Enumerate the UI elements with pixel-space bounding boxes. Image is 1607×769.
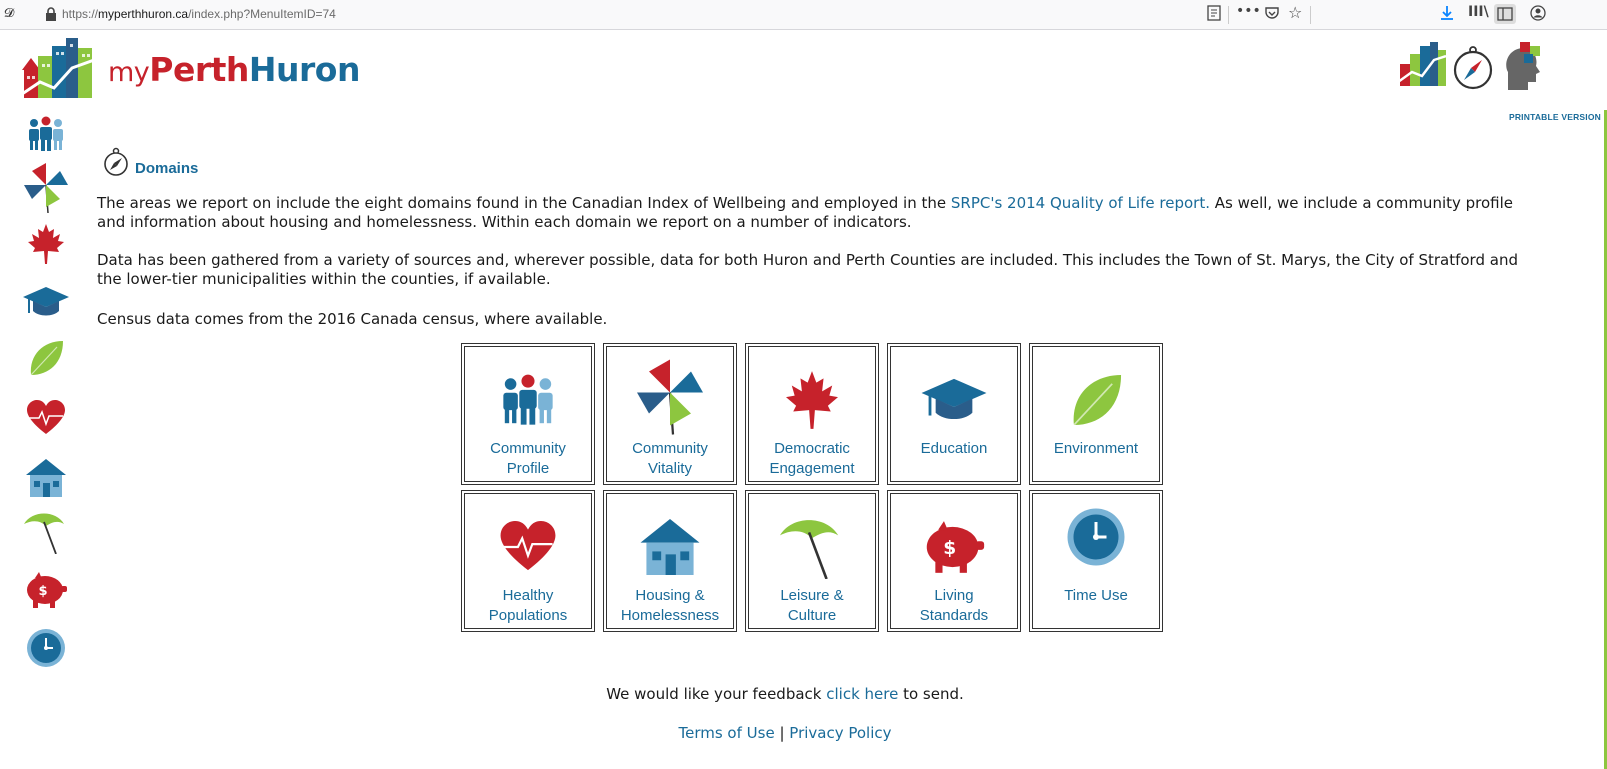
compass-icon[interactable] [1452, 44, 1494, 90]
tile-democratic-engagement[interactable]: Democratic Engagement [745, 343, 879, 485]
site-wordmark[interactable]: myPerthHuron [108, 50, 360, 89]
pinwheel-icon [637, 359, 703, 435]
census-paragraph: Census data comes from the 2016 Canada c… [97, 310, 608, 328]
sidebar-item-living-standards[interactable]: $ [22, 568, 70, 612]
people-icon [29, 116, 63, 151]
sidebar-toggle-icon[interactable] [1494, 4, 1516, 24]
account-icon[interactable] [1530, 5, 1546, 21]
head-puzzle-icon[interactable] [1502, 42, 1542, 92]
more-actions-icon[interactable]: ••• [1236, 3, 1261, 19]
sources-paragraph: Data has been gathered from a variety of… [97, 251, 1518, 288]
sidebar-item-democratic-engagement[interactable] [22, 222, 70, 266]
city-icon[interactable] [1398, 42, 1446, 88]
tile-label: Healthy Populations [488, 587, 568, 624]
heart-icon [500, 521, 556, 571]
tile-housing-homelessness[interactable]: Housing & Homelessness [603, 490, 737, 632]
tile-label: Community Vitality [632, 440, 708, 477]
people-icon [503, 374, 553, 425]
umbrella-icon [24, 513, 64, 554]
tile-time-use[interactable]: Time Use [1029, 490, 1163, 632]
site-logo-icon[interactable] [22, 38, 94, 102]
address-bar[interactable]: https://myperthhuron.ca/index.php?MenuIt… [62, 7, 336, 21]
piggy-bank-icon: $ [926, 521, 985, 573]
intro-paragraph: The areas we report on include the eight… [97, 194, 1514, 231]
house-icon [26, 459, 66, 497]
compass-icon [104, 147, 128, 176]
browser-toolbar: 𝓓 https://myperthhuron.ca/index.php?Menu… [0, 0, 1607, 30]
tile-community-profile[interactable]: Community Profile [461, 343, 595, 485]
clock-icon [1067, 508, 1125, 566]
svg-text:$: $ [38, 584, 47, 599]
tile-community-vitality[interactable]: Community Vitality [603, 343, 737, 485]
domain-grid: Community Profile Community Vitality Democ… [461, 343, 1163, 634]
tile-label: Community Profile [490, 440, 566, 477]
download-icon[interactable] [1440, 5, 1454, 21]
tracking-protection-icon[interactable]: 𝓓 [4, 6, 14, 21]
sidebar-item-environment[interactable] [22, 336, 70, 380]
tile-living-standards[interactable]: $ Living Standards [887, 490, 1021, 632]
sidebar-item-healthy-populations[interactable] [22, 396, 70, 440]
leaf-icon [1073, 374, 1122, 426]
tile-education[interactable]: Education [887, 343, 1021, 485]
house-icon [640, 519, 700, 575]
privacy-link[interactable]: Privacy Policy [789, 724, 891, 742]
tile-leisure-culture[interactable]: Leisure & Culture [745, 490, 879, 632]
tile-label: Leisure & Culture [780, 587, 844, 624]
terms-link[interactable]: Terms of Use [678, 724, 774, 742]
tile-label: Education [920, 440, 988, 457]
tile-label: Living Standards [919, 587, 989, 624]
sidebar-item-housing[interactable] [22, 456, 70, 500]
sidebar-item-community-profile[interactable] [22, 112, 70, 156]
srpc-report-link[interactable]: SRPC's 2014 Quality of Life report. [951, 194, 1210, 212]
tile-label: Democratic Engagement [769, 440, 855, 477]
maple-leaf-icon [28, 224, 64, 264]
umbrella-icon [780, 520, 839, 579]
feedback-line: We would like your feedback click here t… [606, 685, 964, 703]
sidebar-item-education[interactable] [22, 280, 70, 324]
piggy-bank-icon: $ [27, 572, 67, 608]
heart-icon [27, 400, 65, 434]
pinwheel-icon [24, 163, 68, 213]
sidebar-item-time-use[interactable] [22, 626, 70, 670]
graduation-cap-icon [921, 378, 987, 420]
lock-icon [46, 7, 56, 21]
tile-label: Housing & Homelessness [620, 587, 720, 624]
tile-healthy-populations[interactable]: Healthy Populations [461, 490, 595, 632]
printable-version-link[interactable]: PRINTABLE VERSION [1509, 112, 1601, 122]
sidebar-item-community-vitality[interactable] [22, 163, 70, 213]
footer-links: Terms of Use | Privacy Policy [678, 724, 892, 742]
sidebar-item-leisure[interactable] [22, 510, 70, 554]
feedback-link[interactable]: click here [826, 685, 898, 703]
domains-heading: Domains [103, 147, 198, 177]
clock-icon [27, 629, 65, 667]
library-icon[interactable]: III\ [1468, 4, 1489, 20]
leaf-icon [30, 341, 64, 376]
svg-text:$: $ [943, 538, 956, 559]
bookmark-star-icon[interactable]: ☆ [1288, 3, 1302, 22]
tile-label: Time Use [1064, 587, 1128, 604]
reader-view-icon[interactable] [1207, 5, 1221, 21]
pocket-icon[interactable] [1264, 5, 1280, 21]
graduation-cap-icon [23, 287, 69, 316]
maple-leaf-icon [786, 371, 838, 429]
page-title: Domains [135, 160, 199, 177]
tile-environment[interactable]: Environment [1029, 343, 1163, 485]
tile-label: Environment [1053, 440, 1139, 457]
